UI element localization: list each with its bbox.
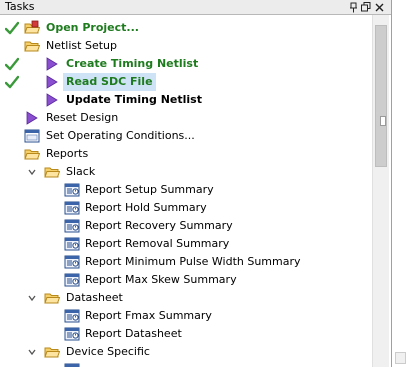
tree-item-reports[interactable]: Reports xyxy=(0,145,372,163)
folder-open-icon xyxy=(44,344,60,360)
report-label: Report Datasheet xyxy=(85,327,182,340)
slack-label: Slack xyxy=(66,165,96,178)
pin-icon[interactable] xyxy=(347,0,359,14)
report-label: Report Max Skew Summary xyxy=(85,273,237,286)
report-icon xyxy=(64,362,80,367)
read-sdc-file-label: Read SDC File xyxy=(63,73,156,91)
float-window-icon[interactable] xyxy=(360,0,372,14)
tree-item-read-sdc-file[interactable]: Read SDC File xyxy=(0,73,372,91)
dialog-window-icon xyxy=(24,128,40,144)
report-icon xyxy=(64,236,80,252)
report-label: Report Hold Summary xyxy=(85,201,207,214)
outer-scroll-strip xyxy=(393,0,408,367)
report-icon xyxy=(64,182,80,198)
tree-item-device-specific[interactable]: Device Specific xyxy=(0,343,372,361)
tree-item-report[interactable]: Report Recovery Summary xyxy=(0,217,372,235)
tasks-panel: Tasks Open Project... Netlist Setup Crea… xyxy=(0,0,392,367)
close-icon[interactable] xyxy=(373,0,385,14)
report-icon xyxy=(64,200,80,216)
tree-item-report[interactable]: Report Max Skew Summary xyxy=(0,271,372,289)
report-label: Report Removal Summary xyxy=(85,237,230,250)
report-icon xyxy=(64,272,80,288)
folder-open-icon xyxy=(24,146,40,162)
open-project-icon xyxy=(24,20,40,36)
report-icon xyxy=(64,326,80,342)
tree-item-set-operating-conditions[interactable]: Set Operating Conditions... xyxy=(0,127,372,145)
panel-title: Tasks xyxy=(5,0,35,13)
panel-titlebar: Tasks xyxy=(0,0,391,15)
report-label: Report Recovery Summary xyxy=(85,219,233,232)
device-specific-label: Device Specific xyxy=(66,345,150,358)
tree-item-datasheet[interactable]: Datasheet xyxy=(0,289,372,307)
check-icon xyxy=(5,56,19,72)
run-task-icon xyxy=(44,92,60,108)
tree-item-update-timing-netlist[interactable]: Update Timing Netlist xyxy=(0,91,372,109)
report-label: Report Fmax Summary xyxy=(85,309,212,322)
scroll-button[interactable] xyxy=(395,352,406,364)
set-operating-conditions-label: Set Operating Conditions... xyxy=(46,129,195,142)
vertical-scrollbar[interactable] xyxy=(372,15,389,367)
scrollbar-thumb[interactable] xyxy=(375,25,387,167)
tree-item-create-timing-netlist[interactable]: Create Timing Netlist xyxy=(0,55,372,73)
report-label: Report Minimum Pulse Width Summary xyxy=(85,255,301,268)
tree-item-report[interactable]: Report Datasheet xyxy=(0,325,372,343)
reset-design-label: Reset Design xyxy=(46,111,119,124)
update-timing-netlist-label: Update Timing Netlist xyxy=(66,93,202,106)
create-timing-netlist-label: Create Timing Netlist xyxy=(66,57,199,70)
chevron-down-icon[interactable] xyxy=(27,346,37,358)
folder-open-icon xyxy=(44,290,60,306)
tree-item-report[interactable]: Report Fmax Summary xyxy=(0,307,372,325)
open-project-label: Open Project... xyxy=(46,21,139,34)
tree-item-report[interactable]: Report Removal Summary xyxy=(0,235,372,253)
report-label: Report Setup Summary xyxy=(85,183,214,196)
folder-open-icon xyxy=(24,38,40,54)
check-icon xyxy=(5,74,19,90)
datasheet-label: Datasheet xyxy=(66,291,123,304)
report-icon xyxy=(64,308,80,324)
tree-item-report[interactable]: Report Setup Summary xyxy=(0,181,372,199)
scroll-grip-icon xyxy=(380,116,386,126)
tree-item-reset-design[interactable]: Reset Design xyxy=(0,109,372,127)
tree-item-report[interactable]: Report Hold Summary xyxy=(0,199,372,217)
tree-item-report[interactable]: Report Minimum Pulse Width Summary xyxy=(0,253,372,271)
run-task-icon xyxy=(44,56,60,72)
check-icon xyxy=(5,20,19,36)
folder-open-icon xyxy=(44,164,60,180)
reports-label: Reports xyxy=(46,147,89,160)
chevron-down-icon[interactable] xyxy=(27,292,37,304)
tree-item-slack[interactable]: Slack xyxy=(0,163,372,181)
tree-item-open-project[interactable]: Open Project... xyxy=(0,19,372,37)
run-task-icon xyxy=(44,74,60,90)
tree-item-netlist-setup[interactable]: Netlist Setup xyxy=(0,37,372,55)
report-icon xyxy=(64,218,80,234)
tree-item-report[interactable] xyxy=(0,361,372,367)
chevron-down-icon[interactable] xyxy=(27,166,37,178)
task-tree: Open Project... Netlist Setup Create Tim… xyxy=(0,15,372,367)
run-task-icon xyxy=(24,110,40,126)
netlist-setup-label: Netlist Setup xyxy=(46,39,117,52)
report-icon xyxy=(64,254,80,270)
